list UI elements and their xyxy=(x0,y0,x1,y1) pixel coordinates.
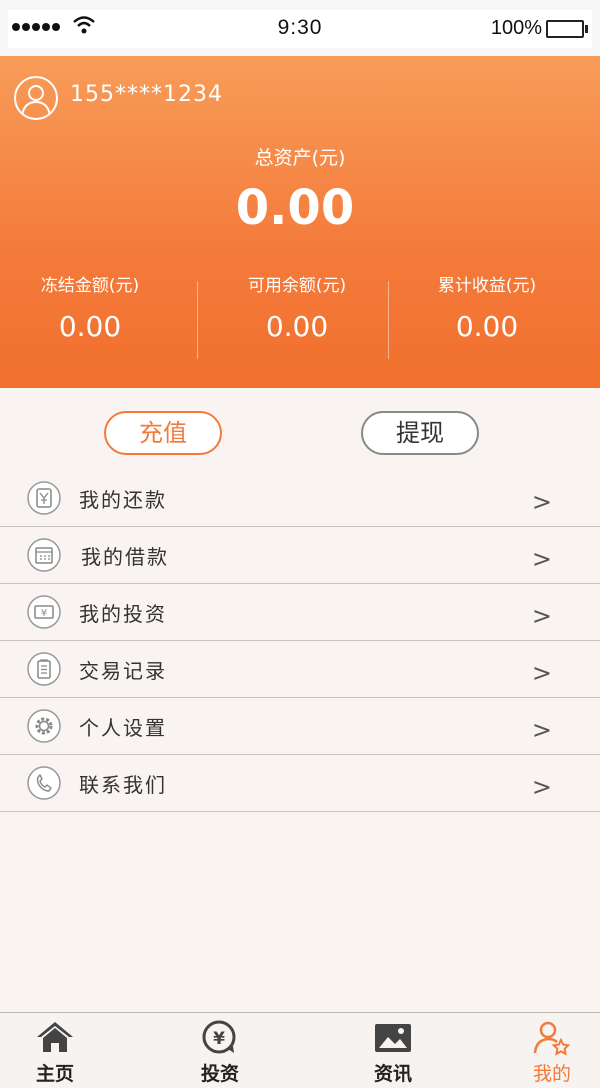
stat-divider xyxy=(197,281,198,359)
tab-label: 主页 xyxy=(35,1063,74,1085)
stat-divider xyxy=(388,281,389,359)
battery-icon xyxy=(546,20,588,38)
chevron-right-icon: > xyxy=(531,659,552,687)
svg-text:¥: ¥ xyxy=(213,1029,225,1049)
menu-item-transactions[interactable]: 交易记录 > xyxy=(0,641,600,698)
battery-percent: 100% xyxy=(490,17,542,39)
account-menu: 我的还款 > 我的借款 > ¥ 我的投资 > 交易记录 > 个人设置 > 联系我… xyxy=(0,470,600,812)
menu-item-settings[interactable]: 个人设置 > xyxy=(0,698,600,755)
stat-frozen: 冻结金额(元) 0.00 xyxy=(0,271,180,343)
home-icon xyxy=(37,1022,73,1052)
image-icon xyxy=(375,1024,411,1052)
stat-frozen-value: 0.00 xyxy=(58,310,122,343)
stat-available-value: 0.00 xyxy=(265,310,329,343)
stat-available-label: 可用余额(元) xyxy=(247,276,347,296)
tab-mine[interactable]: 我的 xyxy=(502,1013,600,1088)
stat-frozen-label: 冻结金额(元) xyxy=(40,276,140,296)
chevron-right-icon: > xyxy=(531,773,552,801)
menu-label: 我的还款 xyxy=(79,488,167,512)
tab-news[interactable]: 资讯 xyxy=(343,1013,443,1088)
menu-label: 我的借款 xyxy=(81,545,169,569)
menu-label: 交易记录 xyxy=(79,659,167,683)
tab-label: 资讯 xyxy=(373,1063,412,1085)
stat-earnings: 累计收益(元) 0.00 xyxy=(397,271,577,343)
status-bar-inner: 9:30 100% xyxy=(8,10,592,48)
total-assets-value: 0.00 xyxy=(235,180,355,236)
chevron-right-icon: > xyxy=(531,545,552,573)
chevron-right-icon: > xyxy=(531,488,552,516)
bottom-tab-bar: 主页 ¥ 投资 资讯 我的 xyxy=(0,1012,600,1088)
account-header: 155****1234 总资产(元) 0.00 冻结金额(元) 0.00 可用余… xyxy=(0,56,600,388)
svg-text:¥: ¥ xyxy=(41,608,47,619)
tab-label: 我的 xyxy=(532,1063,571,1085)
gear-icon xyxy=(27,709,61,743)
tab-label: 投资 xyxy=(200,1063,239,1085)
tab-home[interactable]: 主页 xyxy=(5,1013,105,1088)
stat-available: 可用余额(元) 0.00 xyxy=(207,271,387,343)
stat-earnings-label: 累计收益(元) xyxy=(437,276,537,296)
status-bar: 9:30 100% xyxy=(0,0,600,56)
calendar-icon xyxy=(27,538,61,572)
money-icon: ¥ xyxy=(27,595,61,629)
repayment-icon xyxy=(27,481,61,515)
user-star-icon xyxy=(533,1021,571,1056)
menu-item-contact[interactable]: 联系我们 > xyxy=(0,755,600,812)
menu-label: 联系我们 xyxy=(79,773,167,797)
yuan-icon: ¥ xyxy=(202,1020,236,1054)
menu-label: 个人设置 xyxy=(79,716,167,740)
user-avatar-icon xyxy=(21,85,51,117)
stat-earnings-value: 0.00 xyxy=(455,310,519,343)
menu-item-loans[interactable]: 我的借款 > xyxy=(0,527,600,584)
avatar[interactable] xyxy=(14,76,58,120)
tab-invest[interactable]: ¥ 投资 xyxy=(170,1013,270,1088)
recharge-button[interactable]: 充值 xyxy=(104,411,222,455)
total-assets-label: 总资产(元) xyxy=(254,147,346,169)
withdraw-button[interactable]: 提现 xyxy=(361,411,479,455)
phone-icon xyxy=(27,766,61,800)
menu-item-repayment[interactable]: 我的还款 > xyxy=(0,470,600,527)
menu-label: 我的投资 xyxy=(79,602,167,626)
chevron-right-icon: > xyxy=(531,716,552,744)
chevron-right-icon: > xyxy=(531,602,552,630)
menu-item-investments[interactable]: ¥ 我的投资 > xyxy=(0,584,600,641)
clipboard-icon xyxy=(27,652,61,686)
account-phone: 155****1234 xyxy=(70,82,223,107)
